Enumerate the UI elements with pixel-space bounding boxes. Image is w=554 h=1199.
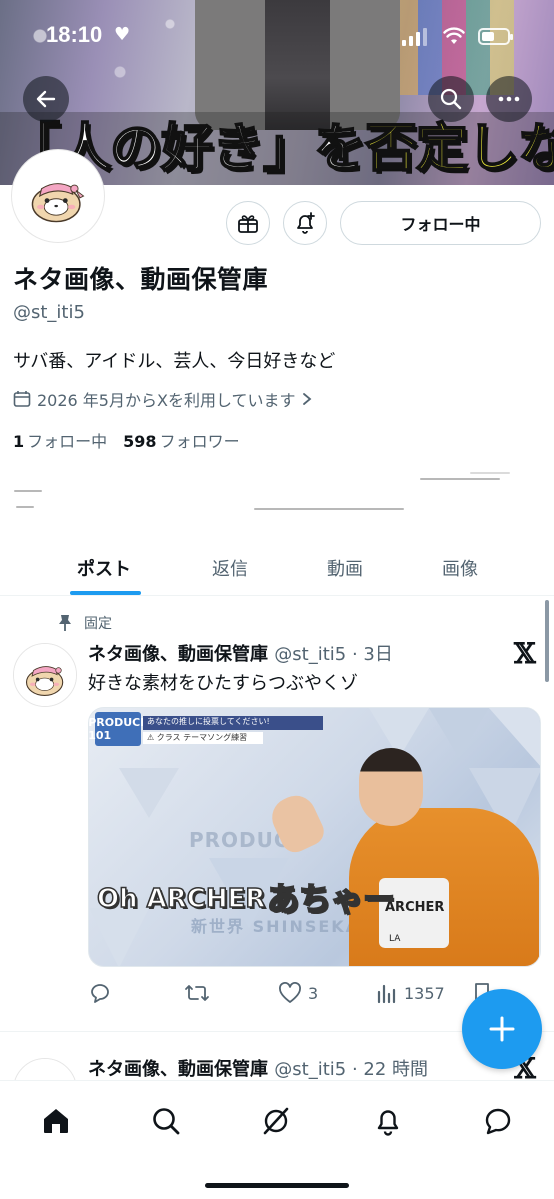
following-label: フォロー中 [27, 432, 108, 451]
notify-button[interactable] [283, 201, 327, 245]
post-engagement-bar: 3 1357 [88, 978, 518, 1008]
followers-label: フォロワー [159, 432, 240, 451]
followers-count: 598 [123, 432, 157, 451]
profile-joined[interactable]: 2026 年5月からXを利用しています [13, 387, 313, 411]
chevron-right-icon [303, 393, 312, 405]
post-author[interactable]: ネタ画像、動画保管庫 @st_iti5 · 22 時間 [88, 1055, 428, 1081]
repost-icon [185, 985, 209, 1001]
gift-button[interactable] [226, 201, 270, 245]
profile-display-name: ネタ画像、動画保管庫 [13, 265, 269, 294]
search-icon [440, 88, 462, 110]
active-tab-indicator [70, 591, 141, 595]
pinned-label: 固定 [58, 613, 112, 633]
battery-icon [478, 28, 513, 45]
status-time: 18:10 [46, 22, 103, 47]
chat-bubble-icon [485, 1108, 511, 1135]
hamster-avatar-image [16, 154, 100, 238]
wifi-icon [443, 27, 465, 44]
media-shirt-sub: LA [389, 934, 401, 944]
compose-post-button[interactable] [462, 989, 542, 1069]
media-subtitle-english: Oh ARCHER [96, 883, 266, 915]
grok-icon [263, 1107, 289, 1135]
heart-icon: ♥ [114, 24, 131, 45]
status-bar: 18:10 ♥ [0, 0, 554, 70]
repost-button[interactable] [184, 978, 210, 1008]
reply-icon [91, 984, 109, 1003]
post-meta: @st_iti5 · 3日 [274, 644, 393, 665]
x-logo-icon: 𝕏 [514, 637, 536, 670]
media-notice: あなたの推しに投票してください! [143, 716, 323, 730]
search-icon [153, 1108, 180, 1135]
calendar-icon [13, 391, 31, 407]
profile-avatar[interactable] [12, 150, 104, 242]
view-count: 1357 [404, 983, 445, 1003]
follow-counts: 1 フォロー中 598 フォロワー [13, 428, 240, 452]
gift-icon [238, 215, 258, 233]
media-subtitle-japanese: あちゃー [266, 879, 396, 919]
nav-messages[interactable] [474, 1097, 522, 1145]
profile-handle: @st_iti5 [13, 302, 85, 323]
post-text: 好きな素材をひたすらつぶやくゾ [88, 673, 358, 694]
post-meta: @st_iti5 · 22 時間 [274, 1059, 429, 1080]
media-notice-sub: ⚠ クラス テーマソング練習 [143, 732, 263, 744]
tab-replies[interactable]: 返信 [185, 540, 275, 596]
following-count-link[interactable]: 1 フォロー中 [13, 428, 107, 452]
home-indicator [205, 1183, 349, 1188]
heart-outline-icon [279, 982, 301, 1003]
render-artifact-strip [0, 470, 554, 520]
media-person-head [359, 748, 423, 826]
profile-tabs: ポスト 返信 動画 画像 [0, 540, 554, 596]
search-button[interactable] [428, 76, 474, 122]
pinned-text: 固定 [84, 616, 112, 632]
pin-icon [59, 615, 71, 631]
bell-plus-icon [297, 212, 315, 234]
post-avatar[interactable] [13, 643, 77, 707]
tab-posts[interactable]: ポスト [54, 540, 154, 596]
like-button[interactable]: 3 [278, 978, 318, 1008]
plus-icon [489, 1016, 515, 1042]
tab-images[interactable]: 画像 [415, 540, 505, 596]
nav-search[interactable] [142, 1097, 190, 1145]
media-logo: PRODUCE 101 [89, 712, 148, 746]
post-media-image[interactable]: PRODUCE 101 あなたの推しに投票してください! ⚠ クラス テーマソン… [88, 707, 541, 967]
home-icon [44, 1109, 68, 1133]
hamster-avatar-image [14, 644, 76, 706]
bottom-navigation [0, 1080, 554, 1199]
scrollbar[interactable] [545, 600, 549, 682]
nav-home[interactable] [32, 1097, 80, 1145]
views-chart-icon [377, 984, 396, 1004]
more-button[interactable] [486, 76, 532, 122]
following-count: 1 [13, 432, 25, 451]
bell-icon [377, 1110, 399, 1136]
followers-count-link[interactable]: 598 フォロワー [123, 428, 239, 452]
profile-bio: サバ番、アイドル、芸人、今日好きなど [13, 351, 336, 372]
post-author[interactable]: ネタ画像、動画保管庫 @st_iti5 · 3日 [88, 640, 393, 666]
following-button[interactable]: フォロー中 [340, 201, 541, 245]
banner-caption-yellow: 否定しない [364, 117, 554, 180]
tab-videos[interactable]: 動画 [300, 540, 390, 596]
nav-grok[interactable] [252, 1097, 300, 1145]
reply-button[interactable] [88, 978, 112, 1008]
more-icon [498, 96, 520, 102]
post-author-name: ネタ画像、動画保管庫 [88, 644, 268, 665]
back-button[interactable] [23, 76, 69, 122]
joined-text: 2026 年5月からXを利用しています [37, 391, 296, 410]
like-count: 3 [308, 983, 319, 1003]
views-button[interactable]: 1357 [376, 978, 445, 1008]
post-author-name: ネタ画像、動画保管庫 [88, 1059, 268, 1080]
arrow-left-icon [36, 90, 56, 108]
nav-notifications[interactable] [364, 1097, 412, 1145]
cellular-signal-icon [402, 28, 428, 46]
